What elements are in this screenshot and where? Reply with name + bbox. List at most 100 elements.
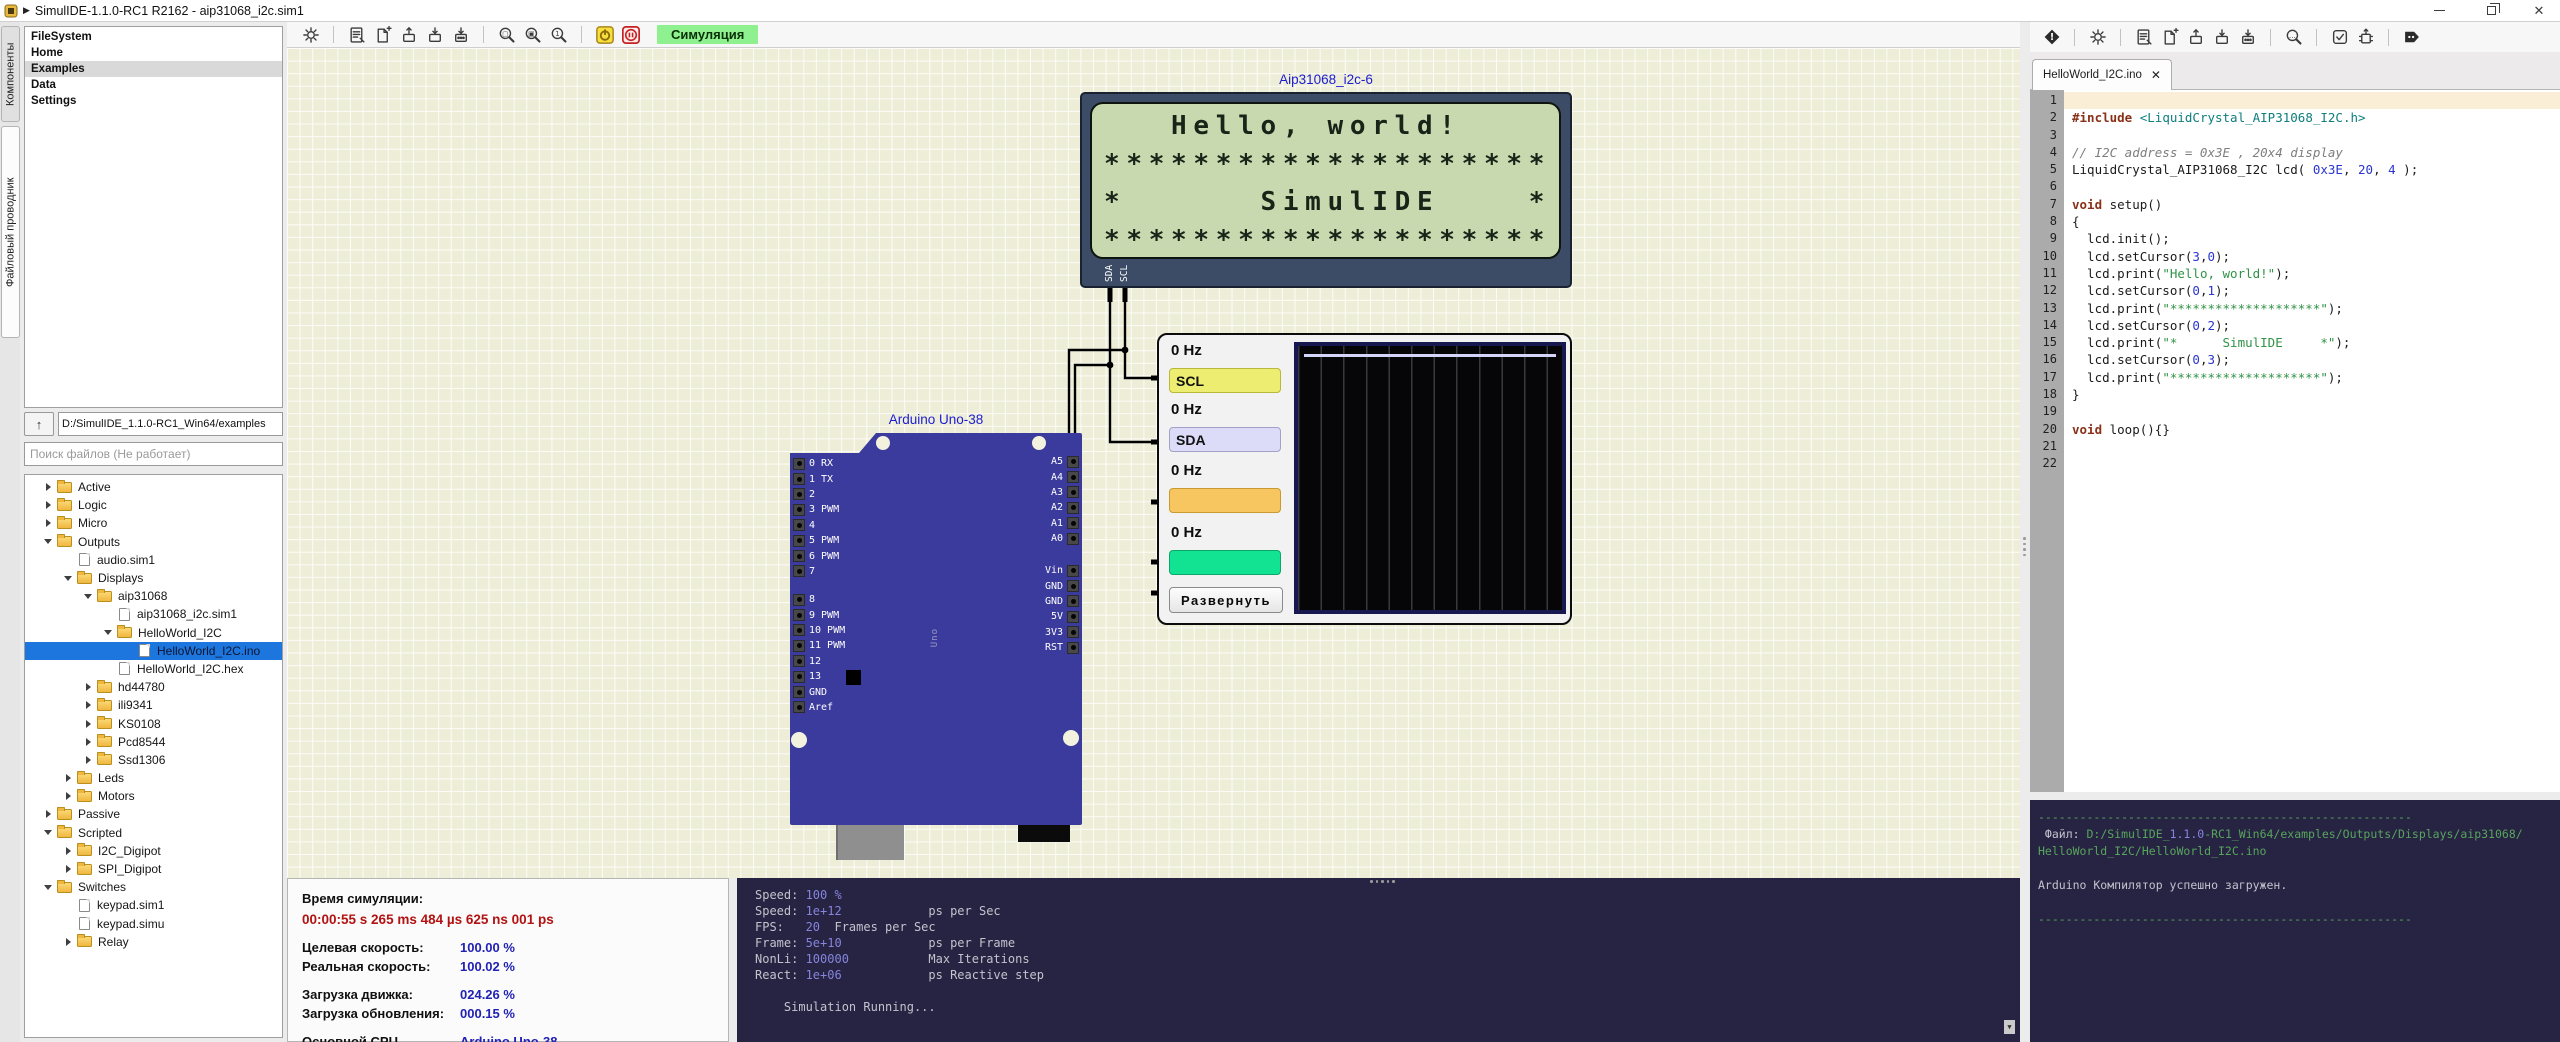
expand-arrow-icon[interactable] (59, 865, 77, 873)
arduino-pin[interactable]: 9 PWM (793, 607, 845, 622)
code-line[interactable]: 8{ (2030, 213, 2560, 230)
tree-item[interactable]: Ssd1306 (25, 751, 282, 769)
save-as-icon[interactable] (2238, 28, 2257, 47)
code-line[interactable]: 11 lcd.print("Hello, world!"); (2030, 265, 2560, 282)
code-line[interactable]: 22 (2030, 455, 2560, 472)
expand-arrow-icon[interactable] (79, 594, 97, 599)
tab-components[interactable]: Компоненты (1, 26, 20, 122)
tab-file-explorer[interactable]: Файловый проводник (1, 126, 20, 338)
tree-item[interactable]: Passive (25, 805, 282, 823)
tree-item[interactable]: Outputs (25, 533, 282, 551)
arduino-pin[interactable]: A1 (947, 516, 1079, 531)
tree-item[interactable]: Micro (25, 514, 282, 532)
chip-up-icon[interactable] (2356, 28, 2375, 47)
editor-splitter[interactable] (2020, 22, 2030, 1042)
up-directory-button[interactable]: ↑ (24, 412, 54, 436)
tree-item[interactable]: Relay (25, 933, 282, 951)
arduino-pin[interactable]: GND (793, 684, 845, 699)
arduino-pin[interactable]: A3 (947, 485, 1079, 500)
arduino-pin[interactable]: A5 (947, 454, 1079, 469)
arduino-pin[interactable]: GND (947, 578, 1079, 593)
expand-arrow-icon[interactable] (79, 756, 97, 764)
tree-item[interactable]: HelloWorld_I2C.ino (25, 642, 282, 660)
code-line[interactable]: 19 (2030, 403, 2560, 420)
tree-item[interactable]: HelloWorld_I2C (25, 624, 282, 642)
tree-item[interactable]: Displays (25, 569, 282, 587)
channel-source-box[interactable] (1169, 550, 1281, 575)
zoom-sel-icon[interactable]: ▣ (523, 25, 542, 44)
zoom-one-icon[interactable]: 1 (549, 25, 568, 44)
gear-icon[interactable] (301, 25, 320, 44)
arduino-pin[interactable]: Aref (793, 700, 845, 715)
expand-arrow-icon[interactable] (99, 630, 117, 635)
place-item[interactable]: Examples (25, 61, 282, 77)
tree-item[interactable]: ili9341 (25, 696, 282, 714)
tree-item[interactable]: aip31068 (25, 587, 282, 605)
expand-arrow-icon[interactable] (39, 519, 57, 527)
code-line[interactable]: 4// I2C address = 0x3E , 20x4 display (2030, 144, 2560, 161)
splitter-handle[interactable] (1370, 880, 1395, 883)
expand-arrow-icon[interactable] (39, 539, 57, 544)
gear-icon[interactable] (2088, 28, 2107, 47)
check-icon[interactable] (2330, 28, 2349, 47)
tree-item[interactable]: audio.sim1 (25, 551, 282, 569)
open-icon[interactable] (2186, 28, 2205, 47)
tree-item[interactable]: hd44780 (25, 678, 282, 696)
tab-close-icon[interactable]: ✕ (2151, 68, 2161, 82)
code-line[interactable]: 13 lcd.print("********************"); (2030, 300, 2560, 317)
save-as-icon[interactable] (451, 25, 470, 44)
code-line[interactable]: 17 lcd.print("********************"); (2030, 369, 2560, 386)
tree-item[interactable]: HelloWorld_I2C.hex (25, 660, 282, 678)
arduino-pin[interactable]: A2 (947, 500, 1079, 515)
scope-expand-button[interactable]: Развернуть (1169, 587, 1283, 613)
code-line[interactable]: 7void setup() (2030, 196, 2560, 213)
channel-source-box[interactable] (1169, 488, 1281, 513)
tree-item[interactable]: Motors (25, 787, 282, 805)
tree-item[interactable]: Active (25, 478, 282, 496)
arduino-pin[interactable]: 7 (793, 564, 839, 579)
code-line[interactable]: 14 lcd.setCursor(0,2); (2030, 317, 2560, 334)
pause-icon[interactable] (621, 25, 640, 44)
close-button[interactable]: ✕ (2522, 0, 2556, 21)
place-item[interactable]: Data (25, 77, 282, 93)
expand-arrow-icon[interactable] (39, 830, 57, 835)
channel-source-box[interactable]: SDA (1169, 427, 1281, 452)
expand-arrow-icon[interactable] (39, 501, 57, 509)
expand-arrow-icon[interactable] (79, 720, 97, 728)
arduino-pin[interactable]: 0 RX (793, 456, 839, 471)
expand-arrow-icon[interactable] (59, 774, 77, 782)
code-line[interactable]: 6 (2030, 178, 2560, 195)
code-line[interactable]: 9 lcd.init(); (2030, 230, 2560, 247)
code-line[interactable]: 3 (2030, 127, 2560, 144)
lcd-display-component[interactable]: Hello, world! ********************* Simu… (1080, 92, 1572, 288)
expand-arrow-icon[interactable] (79, 683, 97, 691)
tree-item[interactable]: Leds (25, 769, 282, 787)
tree-item[interactable]: aip31068_i2c.sim1 (25, 605, 282, 623)
place-item[interactable]: FileSystem (25, 29, 282, 45)
file-new-icon[interactable] (373, 25, 392, 44)
arduino-pin[interactable]: 5V (947, 609, 1079, 624)
bottom-splitter[interactable] (729, 878, 737, 1042)
find-icon[interactable]: … (2284, 28, 2303, 47)
editor-tab[interactable]: HelloWorld_I2C.ino ✕ (2032, 59, 2172, 90)
search-input[interactable] (24, 442, 283, 466)
code-line[interactable]: 16 lcd.setCursor(0,3); (2030, 351, 2560, 368)
code-line[interactable]: 15 lcd.print("* SimulIDE *"); (2030, 334, 2560, 351)
expand-arrow-icon[interactable] (79, 738, 97, 746)
arduino-pin[interactable]: 8 (793, 592, 845, 607)
info-icon[interactable]: ! (2042, 28, 2061, 47)
arduino-pin[interactable]: 1 TX (793, 471, 839, 486)
arduino-pin[interactable]: 5 PWM (793, 533, 839, 548)
place-item[interactable]: Home (25, 45, 282, 61)
restore-button[interactable] (2474, 0, 2508, 21)
expand-arrow-icon[interactable] (59, 938, 77, 946)
code-line[interactable]: 10 lcd.setCursor(3,0); (2030, 248, 2560, 265)
arduino-uno-component[interactable]: 0 RX1 TX23 PWM45 PWM6 PWM7 89 PWM10 PWM1… (790, 433, 1082, 825)
zoom-fit-icon[interactable]: ▢ (497, 25, 516, 44)
arduino-pin[interactable]: 6 PWM (793, 548, 839, 563)
code-line[interactable]: 5LiquidCrystal_AIP31068_I2C lcd( 0x3E, 2… (2030, 161, 2560, 178)
open-icon[interactable] (399, 25, 418, 44)
arduino-pin[interactable]: 3V3 (947, 625, 1079, 640)
doc-edit-icon[interactable] (347, 25, 366, 44)
scroll-down-icon[interactable]: ▼ (2004, 1020, 2015, 1034)
